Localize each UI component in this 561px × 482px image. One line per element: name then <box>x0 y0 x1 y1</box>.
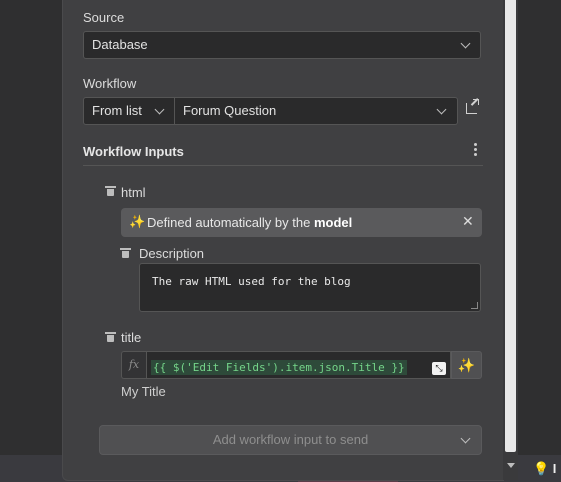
source-select[interactable]: Database <box>83 31 481 59</box>
chevron-down-icon <box>460 38 471 49</box>
description-textarea[interactable]: The raw HTML used for the blog <box>139 263 481 312</box>
expand-icon[interactable]: ⤡ <box>432 362 446 375</box>
ai-sparkle-icon[interactable]: ✨ <box>451 351 482 379</box>
chevron-down-icon <box>436 104 447 115</box>
auto-defined-box: ✨ Defined automatically by the model ✕ <box>121 208 482 237</box>
add-workflow-input-button[interactable]: Add workflow input to send <box>99 425 482 455</box>
panel-scrollbar[interactable] <box>503 0 518 480</box>
trash-icon[interactable] <box>120 248 131 258</box>
section-divider <box>83 165 483 166</box>
kebab-menu-icon[interactable] <box>474 143 477 158</box>
external-link-icon[interactable] <box>466 99 479 114</box>
workflow-select[interactable]: Forum Question <box>175 97 458 125</box>
scroll-thumb[interactable] <box>505 0 516 452</box>
description-label: Description <box>139 246 205 261</box>
param-name-title: title <box>121 330 142 345</box>
trash-icon[interactable] <box>105 186 116 196</box>
resolved-value: My Title <box>121 384 166 399</box>
auto-defined-text: Defined automatically by the model <box>147 215 353 230</box>
scroll-down-arrow-icon[interactable] <box>507 463 515 468</box>
lightbulb-icon[interactable]: 💡 I <box>533 461 556 477</box>
fx-label: fx <box>121 351 146 379</box>
source-label: Source <box>83 10 125 25</box>
workflow-mode-select[interactable]: From list <box>83 97 175 125</box>
chevron-down-icon <box>460 433 471 444</box>
workflow-mode-value: From list <box>92 103 142 118</box>
add-input-label: Add workflow input to send <box>212 432 369 447</box>
param-name-html: html <box>121 185 146 200</box>
close-icon[interactable]: ✕ <box>462 213 474 230</box>
source-value: Database <box>92 37 148 52</box>
workflow-inputs-title: Workflow Inputs <box>83 144 184 159</box>
trash-icon[interactable] <box>105 332 116 342</box>
resize-handle[interactable] <box>471 302 478 309</box>
description-value: The raw HTML used for the blog <box>152 275 351 288</box>
sparkle-icon: ✨ <box>129 214 146 229</box>
workflow-label: Workflow <box>83 76 137 91</box>
chevron-down-icon <box>154 104 165 115</box>
expression-input[interactable]: {{ $('Edit Fields').item.json.Title }} <box>146 351 451 379</box>
expression-code: {{ $('Edit Fields').item.json.Title }} <box>151 360 407 375</box>
workflow-selected-value: Forum Question <box>183 103 277 118</box>
parameters-panel <box>62 0 504 481</box>
title-expression-field[interactable]: fx {{ $('Edit Fields').item.json.Title }… <box>121 351 482 379</box>
